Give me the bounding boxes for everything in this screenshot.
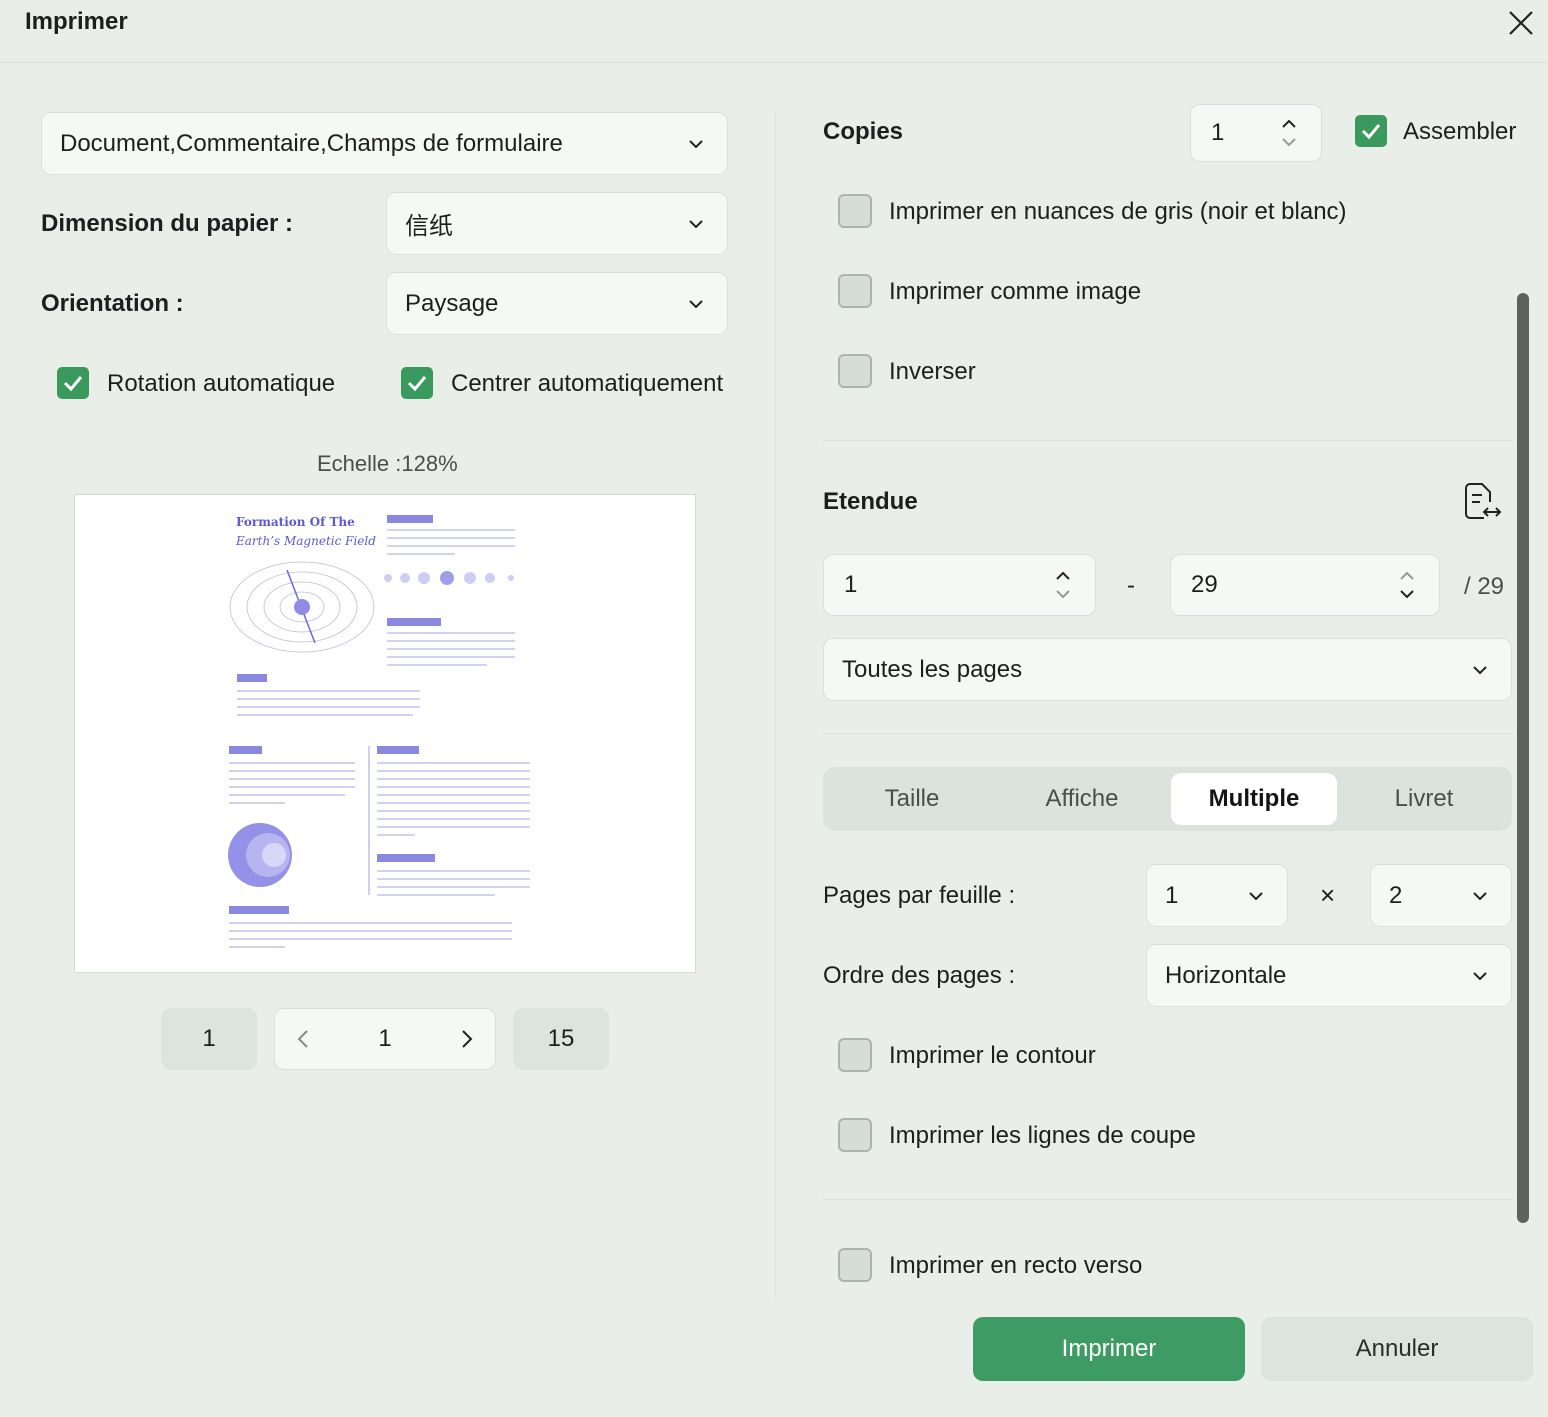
auto-center-label: Centrer automatiquement bbox=[451, 370, 724, 397]
chevron-down-icon bbox=[1473, 891, 1487, 900]
print-as-image-checkbox[interactable] bbox=[838, 274, 872, 308]
last-page-button[interactable]: 15 bbox=[513, 1008, 609, 1070]
section-divider bbox=[823, 733, 1513, 734]
tab-livret[interactable]: Livret bbox=[1341, 773, 1507, 825]
reverse-checkbox[interactable] bbox=[838, 354, 872, 388]
preview-content-graphic bbox=[228, 515, 530, 948]
cancel-button[interactable]: Annuler bbox=[1261, 1317, 1533, 1381]
chevron-down-icon bbox=[1473, 971, 1487, 980]
chevron-down-icon bbox=[1249, 891, 1263, 900]
grayscale-label: Imprimer en nuances de gris (noir et bla… bbox=[889, 198, 1347, 225]
column-divider bbox=[775, 112, 776, 1297]
duplex-checkbox[interactable] bbox=[838, 1248, 872, 1282]
reverse-label: Inverser bbox=[889, 358, 976, 385]
grayscale-checkbox[interactable] bbox=[838, 194, 872, 228]
multiply-sign: × bbox=[1320, 880, 1336, 910]
paper-size-label: Dimension du papier : bbox=[41, 210, 294, 237]
content-select[interactable]: Document,Commentaire,Champs de formulair… bbox=[41, 112, 728, 175]
range-dash: - bbox=[1127, 572, 1135, 599]
check-icon bbox=[63, 376, 83, 392]
print-border-checkbox[interactable] bbox=[838, 1038, 872, 1072]
chevron-down-icon bbox=[1473, 665, 1487, 674]
range-to-input[interactable]: 29 bbox=[1170, 554, 1440, 616]
page-order-select[interactable]: Horizontale bbox=[1146, 944, 1512, 1007]
print-cut-lines-checkbox[interactable] bbox=[838, 1118, 872, 1152]
range-from-value: 1 bbox=[844, 571, 858, 598]
range-label: Etendue bbox=[823, 488, 918, 515]
swap-range-icon[interactable] bbox=[1462, 482, 1502, 522]
page-order-value: Horizontale bbox=[1165, 961, 1287, 989]
print-button[interactable]: Imprimer bbox=[973, 1317, 1245, 1381]
chevron-left-icon[interactable] bbox=[295, 1028, 311, 1050]
chevron-down-icon bbox=[689, 219, 703, 228]
scrollbar-thumb[interactable] bbox=[1517, 293, 1529, 1223]
spinner-icon[interactable] bbox=[1053, 567, 1073, 603]
chevron-down-icon bbox=[689, 139, 703, 148]
auto-rotate-checkbox[interactable] bbox=[57, 367, 89, 399]
orientation-label: Orientation : bbox=[41, 290, 184, 317]
pps-rows-value: 2 bbox=[1389, 881, 1403, 909]
auto-rotate-label: Rotation automatique bbox=[107, 370, 336, 397]
pages-per-sheet-cols-select[interactable]: 1 bbox=[1146, 864, 1288, 927]
tab-taille[interactable]: Taille bbox=[829, 773, 995, 825]
content-select-value: Document,Commentaire,Champs de formulair… bbox=[60, 129, 563, 157]
print-cut-lines-label: Imprimer les lignes de coupe bbox=[889, 1122, 1196, 1149]
check-icon bbox=[1361, 124, 1381, 140]
paper-size-select[interactable]: 信纸 bbox=[386, 192, 728, 255]
range-from-input[interactable]: 1 bbox=[823, 554, 1096, 616]
chevron-down-icon bbox=[689, 299, 703, 308]
close-icon[interactable] bbox=[1506, 8, 1536, 38]
page-subset-value: Toutes les pages bbox=[842, 655, 1023, 683]
copies-input[interactable]: 1 bbox=[1190, 104, 1322, 162]
page-order-label: Ordre des pages : bbox=[823, 962, 1016, 989]
page-navigator: 1 bbox=[274, 1008, 496, 1070]
orientation-value: Paysage bbox=[405, 289, 499, 317]
range-total: / 29 bbox=[1464, 573, 1505, 600]
tab-multiple[interactable]: Multiple bbox=[1171, 773, 1337, 825]
print-as-image-label: Imprimer comme image bbox=[889, 278, 1142, 305]
pages-per-sheet-rows-select[interactable]: 2 bbox=[1370, 864, 1512, 927]
spinner-icon[interactable] bbox=[1279, 115, 1299, 151]
first-page-button[interactable]: 1 bbox=[161, 1008, 257, 1070]
duplex-label: Imprimer en recto verso bbox=[889, 1252, 1143, 1279]
check-icon bbox=[407, 376, 427, 392]
pages-per-sheet-label: Pages par feuille : bbox=[823, 882, 1016, 909]
chevron-right-icon[interactable] bbox=[459, 1028, 475, 1050]
collate-checkbox[interactable] bbox=[1355, 115, 1387, 147]
section-divider bbox=[823, 1199, 1513, 1200]
scale-label: Echelle :128% bbox=[317, 451, 458, 476]
print-border-label: Imprimer le contour bbox=[889, 1042, 1096, 1069]
copies-value: 1 bbox=[1211, 119, 1225, 146]
page-scaling-tabs: Taille Affiche Multiple Livret bbox=[823, 767, 1512, 831]
page-subset-select[interactable]: Toutes les pages bbox=[823, 638, 1512, 701]
paper-size-value: 信纸 bbox=[405, 213, 453, 240]
header-divider bbox=[0, 62, 1548, 63]
range-to-value: 29 bbox=[1191, 571, 1218, 598]
spinner-icon[interactable] bbox=[1397, 567, 1417, 603]
section-divider bbox=[823, 440, 1513, 441]
auto-center-checkbox[interactable] bbox=[401, 367, 433, 399]
orientation-select[interactable]: Paysage bbox=[386, 272, 728, 335]
print-preview: Formation Of The Earth’s Magnetic Field bbox=[74, 494, 696, 973]
pps-cols-value: 1 bbox=[1165, 881, 1179, 909]
dialog-title: Imprimer bbox=[25, 8, 128, 35]
collate-label: Assembler bbox=[1403, 118, 1517, 145]
current-page-value[interactable]: 1 bbox=[378, 1025, 391, 1053]
copies-label: Copies bbox=[823, 118, 904, 145]
tab-affiche[interactable]: Affiche bbox=[999, 773, 1165, 825]
